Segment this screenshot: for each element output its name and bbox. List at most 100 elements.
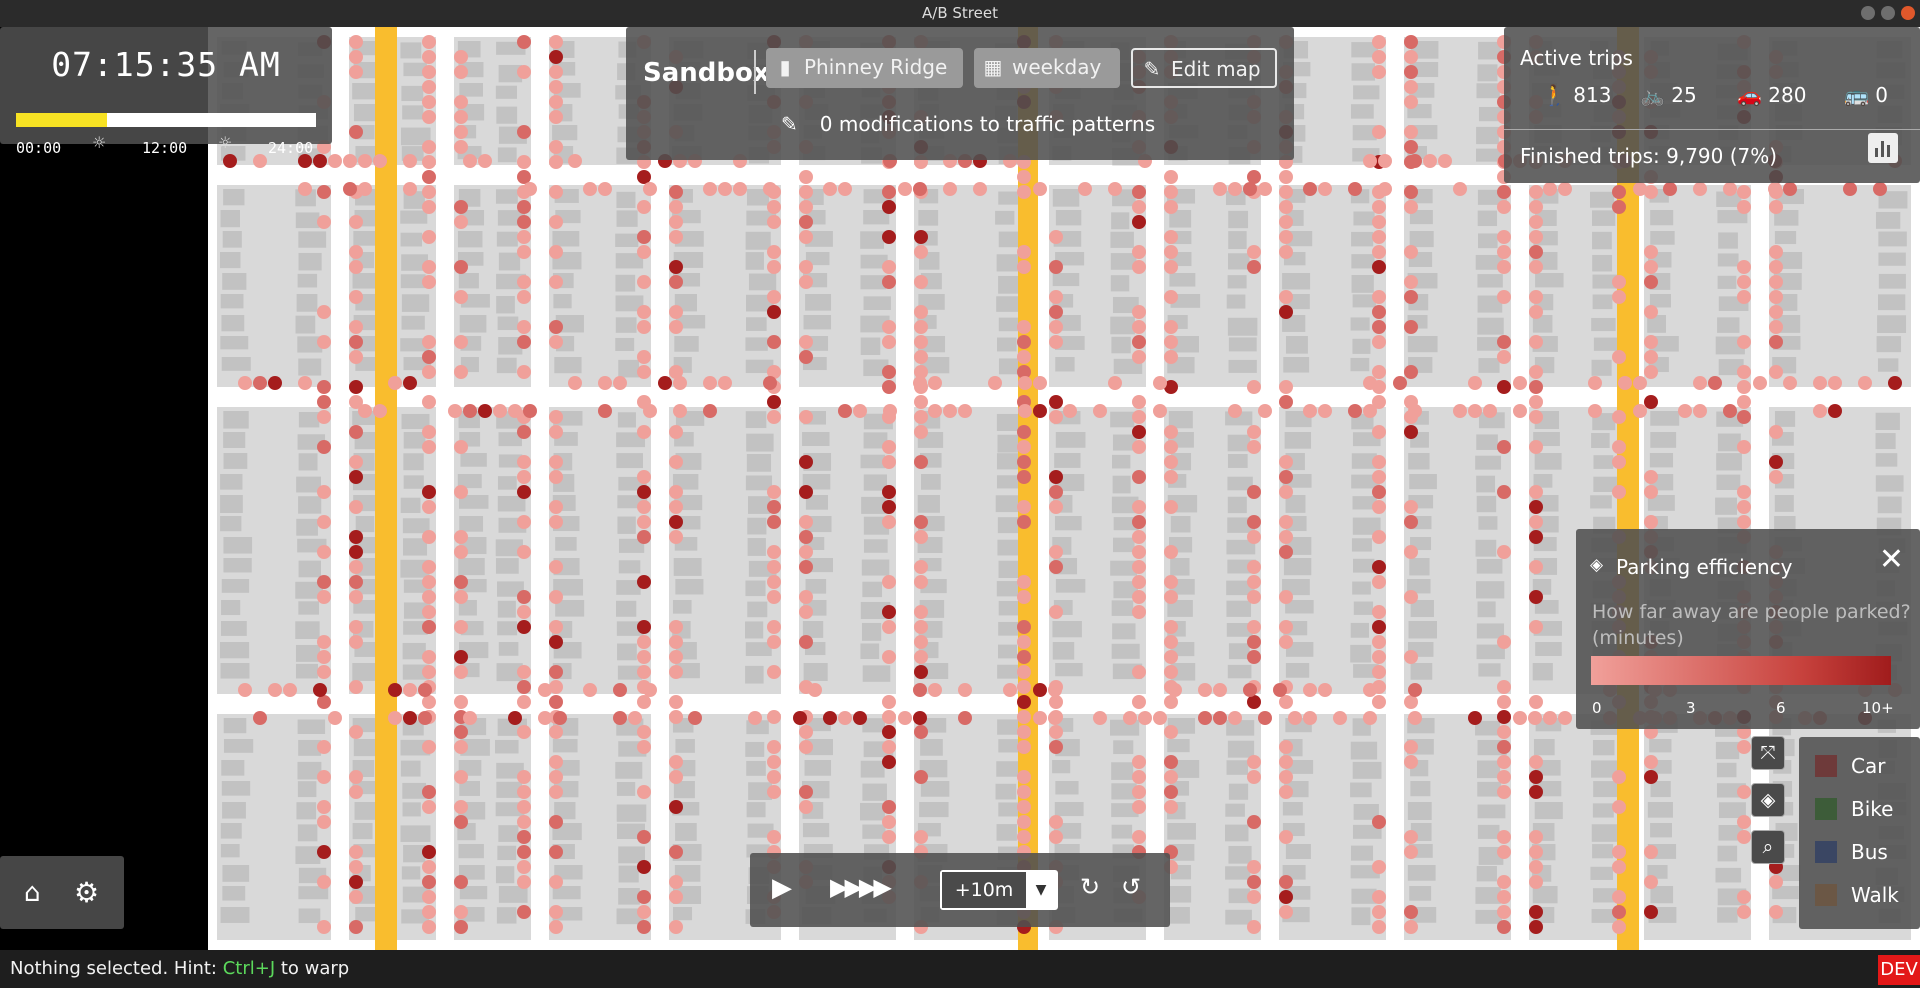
parked-car <box>958 711 972 725</box>
bar-chart-icon[interactable] <box>1868 133 1898 163</box>
parked-car <box>669 755 683 769</box>
parked-car <box>688 711 702 725</box>
parked-car <box>317 410 331 424</box>
maximize-button[interactable] <box>1881 6 1895 20</box>
reset-icon[interactable]: ↺ <box>1121 873 1141 901</box>
parked-car <box>1153 404 1167 418</box>
parked-car <box>718 182 732 196</box>
minimize-button[interactable] <box>1861 6 1875 20</box>
building <box>672 600 692 614</box>
search-icon[interactable]: ⌕ <box>1751 830 1785 864</box>
building <box>1055 357 1075 372</box>
building <box>1111 212 1130 230</box>
building <box>1228 337 1257 352</box>
parked-car <box>418 711 432 725</box>
parked-car <box>914 425 928 439</box>
edit-map-button[interactable]: ✎ Edit map <box>1131 48 1277 88</box>
building <box>747 538 766 556</box>
gear-icon[interactable]: ⚙ <box>74 876 99 909</box>
building <box>1410 781 1431 797</box>
parked-car <box>1372 530 1386 544</box>
parked-car <box>1372 35 1386 49</box>
parked-car <box>882 620 896 634</box>
parked-car <box>1737 395 1751 409</box>
parked-car <box>882 575 896 589</box>
parked-car <box>454 335 468 349</box>
parked-car <box>637 500 651 514</box>
parked-car <box>799 785 813 799</box>
close-layer-icon[interactable]: ✕ <box>1879 545 1904 575</box>
trips-panel: Active trips 🚶 813 🚲 25 🚗 280 🚌 0 Finish… <box>1504 27 1920 183</box>
parked-car <box>669 515 683 529</box>
parked-car <box>1723 182 1737 196</box>
parked-car <box>1372 455 1386 469</box>
play-icon[interactable]: ▶ <box>772 873 792 903</box>
change-map-button[interactable]: ▮ Phinney Ridge <box>766 48 963 88</box>
parked-car <box>418 683 432 697</box>
building <box>220 495 243 513</box>
parked-car <box>349 560 363 574</box>
layers-button-icon[interactable]: ◈ <box>1751 783 1785 817</box>
parked-car <box>478 404 492 418</box>
change-scenario-button[interactable]: ▦ weekday <box>974 48 1120 88</box>
jump-time-icon[interactable]: ↻ <box>1080 873 1100 901</box>
building <box>748 496 771 514</box>
parked-car <box>517 725 531 739</box>
home-icon[interactable]: ⌂ <box>24 878 41 908</box>
building <box>615 317 637 333</box>
building <box>1226 760 1248 775</box>
parked-car <box>1529 185 1543 199</box>
building <box>1112 454 1131 469</box>
title-divider <box>754 50 756 94</box>
parked-car <box>1033 376 1047 390</box>
parked-car <box>1164 470 1178 484</box>
traffic-modifications[interactable]: ✎ 0 modifications to traffic patterns <box>781 112 1155 136</box>
speed-step-select[interactable]: +10m ▼ <box>940 870 1058 910</box>
parked-car <box>422 335 436 349</box>
parked-car <box>349 260 363 274</box>
building <box>498 642 519 656</box>
building <box>1410 663 1433 680</box>
building <box>862 665 891 682</box>
parked-car <box>1017 440 1031 454</box>
parked-car <box>1017 740 1031 754</box>
parked-car <box>1543 182 1557 196</box>
parked-car <box>517 815 531 829</box>
parked-car <box>1468 404 1482 418</box>
parked-car <box>1404 245 1418 259</box>
parked-car <box>703 182 717 196</box>
zoom-fit-icon[interactable]: ⤧ <box>1751 736 1785 770</box>
close-button[interactable] <box>1901 6 1915 20</box>
building <box>1407 802 1432 820</box>
building <box>296 802 317 820</box>
building <box>1534 802 1563 820</box>
parked-car <box>1612 350 1626 364</box>
parked-car <box>1644 275 1658 289</box>
sunrise-icon: ☼ <box>92 133 107 152</box>
building <box>223 537 253 554</box>
parked-car <box>1258 182 1272 196</box>
parked-car <box>1372 215 1386 229</box>
parked-car <box>1497 905 1511 919</box>
chevron-down-icon[interactable]: ▼ <box>1026 872 1056 908</box>
parked-car <box>1132 410 1146 424</box>
parked-car <box>637 170 651 184</box>
building <box>745 621 764 639</box>
fast-forward-icon[interactable]: ▶▶▶▶ <box>830 873 892 901</box>
building <box>615 337 635 352</box>
parked-car <box>1303 683 1317 697</box>
parked-car <box>882 650 896 664</box>
parked-car <box>422 35 436 49</box>
legend-swatch <box>1815 841 1837 863</box>
parked-car <box>1279 200 1293 214</box>
parked-car <box>549 755 563 769</box>
building <box>1716 762 1737 778</box>
parked-car <box>422 485 436 499</box>
parked-car <box>1497 680 1511 694</box>
building <box>1350 782 1372 798</box>
parked-car <box>328 711 342 725</box>
parked-car <box>882 605 896 619</box>
parked-car <box>317 575 331 589</box>
building <box>860 802 885 821</box>
parked-car <box>349 590 363 604</box>
